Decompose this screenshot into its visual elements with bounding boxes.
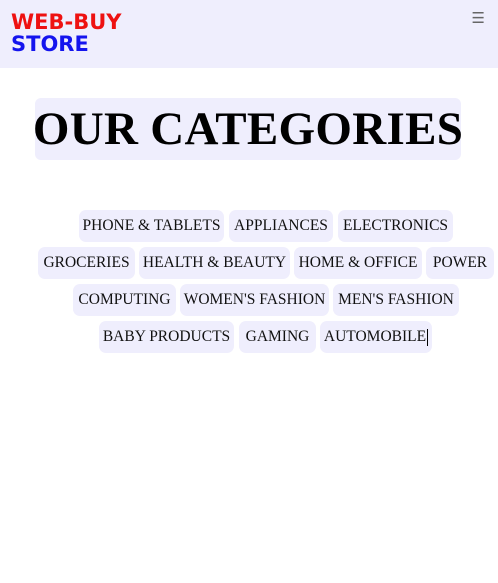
category-label: HEALTH & BEAUTY <box>142 254 287 271</box>
logo-line-2: STORE <box>11 32 89 56</box>
category-label: GAMING <box>245 328 310 345</box>
category-label: AUTOMOBILE <box>323 328 427 345</box>
category-label: WOMEN'S FASHION <box>183 291 326 308</box>
category-womens-fashion[interactable]: WOMEN'S FASHION <box>180 284 329 316</box>
category-mens-fashion[interactable]: MEN'S FASHION <box>333 284 459 316</box>
category-label: POWER <box>432 254 488 271</box>
category-appliances[interactable]: APPLIANCES <box>229 210 333 242</box>
category-label: COMPUTING <box>78 291 171 308</box>
category-health-beauty[interactable]: HEALTH & BEAUTY <box>139 247 290 279</box>
hamburger-menu-icon[interactable]: ☰ <box>472 11 485 26</box>
category-label: GROCERIES <box>43 254 130 271</box>
text-cursor <box>427 328 429 346</box>
category-label: ELECTRONICS <box>342 217 449 234</box>
category-automobile[interactable]: AUTOMOBILE <box>320 321 432 353</box>
logo-line-1: WEB-BUY <box>11 10 122 34</box>
category-gaming[interactable]: GAMING <box>239 321 316 353</box>
category-label: PHONE & TABLETS <box>82 217 221 234</box>
category-phone-tablets[interactable]: PHONE & TABLETS <box>79 210 224 242</box>
category-groceries[interactable]: GROCERIES <box>38 247 135 279</box>
page-title: OUR CATEGORIES <box>32 103 464 155</box>
category-baby-products[interactable]: BABY PRODUCTS <box>99 321 234 353</box>
category-power[interactable]: POWER <box>426 247 494 279</box>
category-label: HOME & OFFICE <box>298 254 418 271</box>
site-header: WEB-BUY STORE ☰ <box>0 0 498 68</box>
category-label: BABY PRODUCTS <box>102 328 231 345</box>
page-title-box: OUR CATEGORIES <box>32 98 464 160</box>
category-label: APPLIANCES <box>234 217 328 234</box>
category-home-office[interactable]: HOME & OFFICE <box>294 247 422 279</box>
category-label: MEN'S FASHION <box>338 291 454 308</box>
category-electronics[interactable]: ELECTRONICS <box>338 210 453 242</box>
category-computing[interactable]: COMPUTING <box>73 284 176 316</box>
store-logo[interactable]: WEB-BUY STORE <box>11 11 122 55</box>
